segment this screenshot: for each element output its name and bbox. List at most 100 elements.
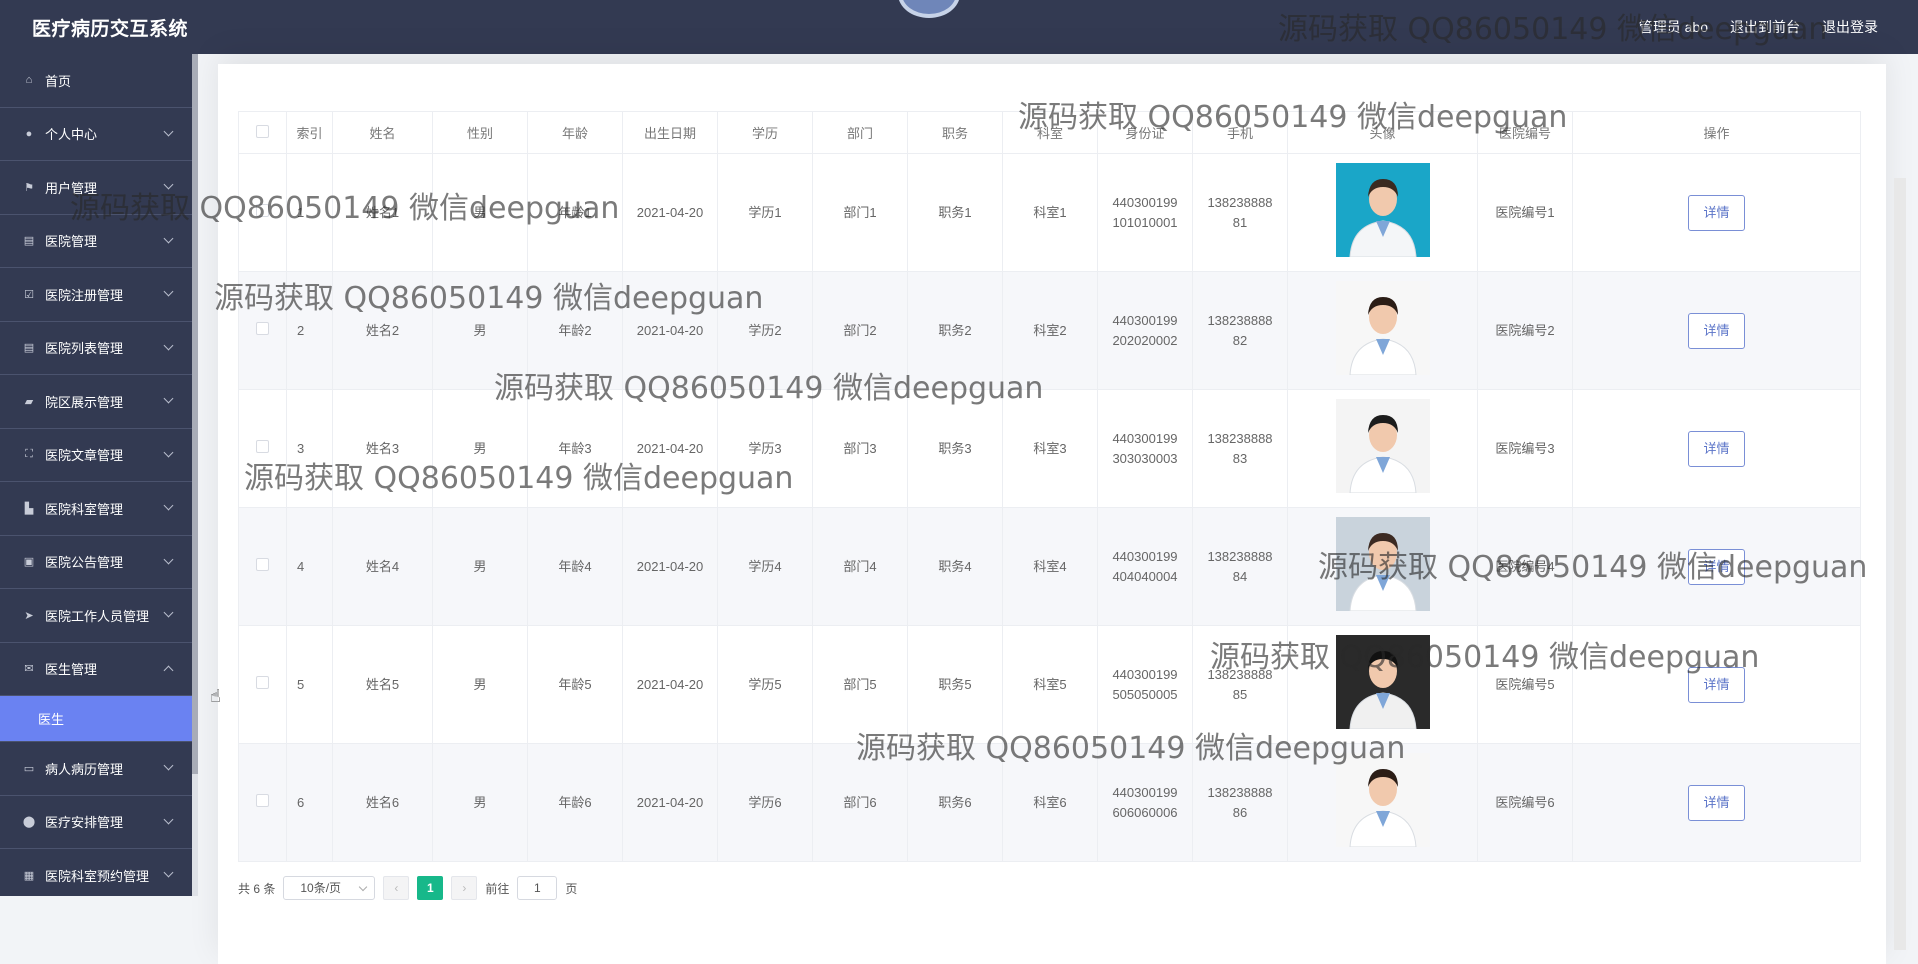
detail-button[interactable]: 详情 (1688, 430, 1745, 467)
cell-name: 姓名3 (332, 389, 433, 508)
cell-gender: 男 (432, 271, 528, 390)
row-select-cell (238, 153, 287, 272)
row-select-cell (238, 389, 287, 508)
row-select-cell (238, 743, 287, 862)
cell-room: 科室2 (1002, 271, 1098, 390)
detail-button[interactable]: 详情 (1688, 194, 1745, 231)
column-header: 职务 (907, 111, 1003, 154)
cell-phone: 138238888 84 (1192, 507, 1288, 626)
cell-idcard-line2: 202020002 (1112, 332, 1178, 348)
clipboard-icon: ▤ (23, 235, 35, 248)
cell-phone-line1: 138238888 (1207, 666, 1273, 682)
cell-hospital: 医院编号1 (1477, 153, 1573, 272)
cell-idx: 2 (286, 271, 333, 390)
row-checkbox[interactable] (256, 557, 269, 571)
sidebar-item[interactable]: ☑ 医院注册管理 (0, 268, 192, 322)
column-header: 科室 (1002, 111, 1098, 154)
main-content: 索引 姓名 性别 年龄 出生日期 学历 部门 职务 科室 身份证 手机 头像 医院编号 操作 1 姓名1 男年… (198, 54, 1906, 964)
briefcase-icon: ▰ (24, 395, 34, 408)
next-page-button[interactable]: › (451, 876, 478, 900)
cell-idx: 5 (286, 625, 333, 744)
row-select-cell (238, 271, 287, 390)
sidebar-item[interactable]: ▙ 医院科室管理 (0, 482, 192, 536)
select-all-checkbox[interactable] (256, 124, 269, 138)
sidebar-item-label: 个人中心 (45, 127, 98, 143)
sidebar-item-label: 病人病历管理 (45, 761, 124, 777)
cell-idcard-line1: 440300199 (1112, 430, 1178, 446)
cell-hospital: 医院编号2 (1477, 271, 1573, 390)
sidebar-item-label: 医疗安排管理 (45, 815, 124, 831)
doctor-avatar-image (1335, 752, 1430, 847)
cell-idx: 3 (286, 389, 333, 508)
prev-page-button[interactable]: ‹ (383, 876, 410, 900)
top-avatar[interactable] (898, 0, 960, 18)
cell-phone-line2: 86 (1232, 804, 1248, 820)
cell-hospital: 医院编号3 (1477, 389, 1573, 508)
sidebar-item-label: 医院列表管理 (45, 341, 124, 357)
table-body: 1 姓名1 男年龄1 2021-04-20 学历1 部门1 职务1 科室1 440300199 1… (238, 153, 1861, 862)
row-checkbox[interactable] (256, 439, 269, 453)
sidebar-item-label: 医院文章管理 (45, 448, 124, 464)
sidebar-subitem-doctor[interactable]: 医生 (0, 696, 192, 742)
cell-dept: 部门1 (812, 153, 908, 272)
doctor-avatar-image (1335, 280, 1430, 375)
sidebar-item[interactable]: ▰ 院区展示管理 (0, 375, 192, 429)
table-row: 4 姓名4 男年龄4 2021-04-20 学历4 部门4 职务4 科室4 440300199 4… (238, 507, 1861, 626)
row-checkbox[interactable] (256, 793, 269, 807)
cell-idcard-line1: 440300199 (1112, 784, 1178, 800)
sidebar-item[interactable]: ▤ 医院管理 (0, 215, 192, 268)
cell-avatar (1287, 271, 1478, 390)
cell-phone: 138238888 86 (1192, 743, 1288, 862)
sidebar-item[interactable]: ▣ 医院公告管理 (0, 536, 192, 589)
main-scrollbar[interactable] (1894, 178, 1906, 950)
cell-post: 职务4 (907, 507, 1003, 626)
cell-hospital: 医院编号6 (1477, 743, 1573, 862)
laptop-icon: ▭ (23, 762, 35, 775)
logout-link[interactable]: 退出登录 (1822, 17, 1878, 37)
sidebar-item[interactable]: ▦ 医院科室预约管理 (0, 849, 192, 896)
cell-phone-line1: 138238888 (1207, 548, 1273, 564)
sidebar-item[interactable]: ▭ 病人病历管理 (0, 742, 192, 796)
cell-idcard: 440300199 505050005 (1097, 625, 1193, 744)
doctor-table: 索引 姓名 性别 年龄 出生日期 学历 部门 职务 科室 身份证 手机 头像 医院编号 操作 1 姓名1 男年… (238, 111, 1861, 862)
cell-phone-line1: 138238888 (1207, 312, 1273, 328)
sidebar-item[interactable]: ⬤ 医疗安排管理 (0, 796, 192, 849)
row-checkbox[interactable] (256, 675, 269, 689)
sidebar-item[interactable]: ⌂ 首页 (0, 54, 192, 108)
mail-icon: ✉ (24, 663, 34, 676)
page-1-button[interactable]: 1 (417, 876, 444, 900)
sidebar-item[interactable]: ✉ 医生管理 (0, 643, 192, 696)
detail-button[interactable]: 详情 (1688, 548, 1745, 585)
cell-room: 科室6 (1002, 743, 1098, 862)
sidebar: ⌂ 首页 ● 个人中心 ⚑ 用户管理 ▤ 医院管理 ☑ 医院注册管理 ▤ 医院列表管理 ▰ 院区展示管理 ⛶… (0, 54, 192, 896)
sidebar-item[interactable]: ▤ 医院列表管理 (0, 322, 192, 375)
table-row: 2 姓名2 男年龄2 2021-04-20 学历2 部门2 职务2 科室2 440300199 2… (238, 271, 1861, 390)
sidebar-item[interactable]: ● 个人中心 (0, 108, 192, 161)
sidebar-item[interactable]: ⛶ 医院文章管理 (0, 429, 192, 482)
cell-dept: 部门2 (812, 271, 908, 390)
row-checkbox[interactable] (256, 321, 269, 335)
cell-birth: 2021-04-20 (622, 153, 718, 272)
cell-action: 详情 (1572, 507, 1861, 626)
app-title: 医疗病历交互系统 (32, 19, 189, 40)
sidebar-item[interactable]: ⚑ 用户管理 (0, 161, 192, 215)
cell-phone-line1: 138238888 (1207, 430, 1273, 446)
goto-page-input[interactable]: 1 (517, 876, 558, 900)
cell-room: 科室5 (1002, 625, 1098, 744)
cell-edu: 学历3 (717, 389, 813, 508)
cell-avatar (1287, 743, 1478, 862)
row-checkbox[interactable] (256, 203, 269, 217)
cell-phone: 138238888 83 (1192, 389, 1288, 508)
cell-age: 年龄5 (527, 625, 623, 744)
detail-button[interactable]: 详情 (1688, 784, 1745, 821)
sidebar-item[interactable]: ➤ 医院工作人员管理 (0, 589, 192, 643)
detail-button[interactable]: 详情 (1688, 312, 1745, 349)
cell-room: 科室1 (1002, 153, 1098, 272)
page-size-select[interactable]: 10条/页 (283, 876, 376, 900)
clipboard-icon: ▤ (23, 342, 35, 355)
cell-phone-line1: 138238888 (1207, 194, 1273, 210)
chevron-down-icon (163, 126, 174, 136)
back-to-front-link[interactable]: 退出到前台 (1730, 17, 1800, 37)
row-select-cell (238, 625, 287, 744)
detail-button[interactable]: 详情 (1688, 666, 1745, 703)
